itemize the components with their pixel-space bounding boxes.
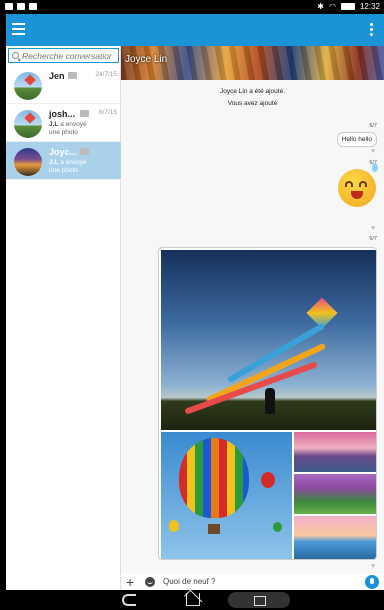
search-input[interactable] — [22, 50, 112, 61]
message-input[interactable]: Quoi de neuf ? — [163, 577, 215, 586]
avatar — [14, 72, 42, 100]
contact-card-icon — [80, 148, 89, 155]
bluetooth-icon: ✱ — [317, 2, 324, 11]
conversation-name: Jen — [49, 71, 65, 81]
conversation-snippet: J.L a envoyé une photo — [49, 121, 87, 136]
system-message: Joyce Lin a été ajouté. — [219, 88, 286, 95]
recent-apps-icon[interactable] — [228, 592, 290, 608]
photo-message[interactable] — [158, 247, 377, 560]
microphone-icon[interactable] — [365, 575, 379, 589]
emoji-icon[interactable] — [145, 577, 155, 587]
like-heart-icon[interactable]: ♥ — [371, 225, 377, 232]
photo-lake[interactable] — [294, 432, 376, 472]
message-bubble[interactable]: Hello hello — [336, 132, 377, 147]
conversation-name: josh... — [49, 109, 76, 119]
conversation-item[interactable]: josh... 6/7/15 J.L a envoyé une photo — [6, 104, 121, 142]
chat-pane: Joyce Lin Joyce Lin a été ajouté. Vous a… — [121, 46, 384, 590]
conversation-date: 6/7/15 — [98, 109, 117, 116]
contact-card-icon — [80, 110, 89, 117]
avatar — [14, 148, 42, 176]
system-message: Vous avez ajouté — [227, 100, 278, 107]
wifi-icon: ◠ — [328, 2, 336, 11]
conversation-item-selected[interactable]: Joyc... J.L a envoyé une photo — [6, 142, 121, 180]
sweat-drop — [372, 163, 378, 172]
app-toolbar — [6, 14, 384, 46]
photo-kite[interactable] — [161, 250, 376, 430]
chat-title: Joyce Lin — [125, 54, 168, 65]
notification-icon — [17, 3, 25, 10]
sticker-emoji[interactable] — [338, 169, 376, 207]
add-attachment-icon[interactable]: + — [126, 575, 134, 589]
photo-sunset[interactable] — [294, 516, 376, 559]
photo-flowers[interactable] — [294, 474, 376, 514]
message-composer: + Quoi de neuf ? — [121, 574, 384, 590]
menu-icon[interactable] — [12, 23, 25, 35]
app-window: Jen 24/7/15 josh... 6/7/15 J.L a envoyéu… — [6, 14, 384, 590]
status-time: 12:32 — [359, 2, 380, 11]
conversation-name: Joyc... — [49, 147, 78, 157]
contact-card-icon — [68, 72, 77, 79]
status-bar: ✱ ◠ 12:32 — [0, 0, 384, 14]
notification-icon — [5, 3, 13, 10]
search-box[interactable] — [8, 48, 119, 63]
avatar — [14, 110, 42, 138]
message-time: 6/7 — [369, 236, 377, 242]
notification-icon — [29, 3, 37, 10]
battery-icon — [340, 3, 355, 10]
photo-balloons[interactable] — [161, 432, 292, 559]
navigation-bar — [0, 590, 384, 610]
like-heart-icon[interactable]: ♥ — [371, 563, 377, 570]
like-heart-icon[interactable]: ♥ — [371, 148, 377, 155]
message-time: 6/7 — [369, 123, 377, 129]
search-icon — [12, 52, 19, 59]
conversation-item[interactable]: Jen 24/7/15 — [6, 66, 121, 104]
conversation-snippet: J.L a envoyé une photo — [49, 159, 87, 174]
home-icon[interactable] — [186, 593, 200, 606]
more-options-icon[interactable] — [370, 23, 374, 37]
back-icon[interactable] — [122, 594, 136, 606]
chat-header-banner: Joyce Lin — [121, 46, 384, 80]
conversation-date: 24/7/15 — [95, 71, 117, 78]
conversation-sidebar: Jen 24/7/15 josh... 6/7/15 J.L a envoyéu… — [6, 46, 121, 590]
